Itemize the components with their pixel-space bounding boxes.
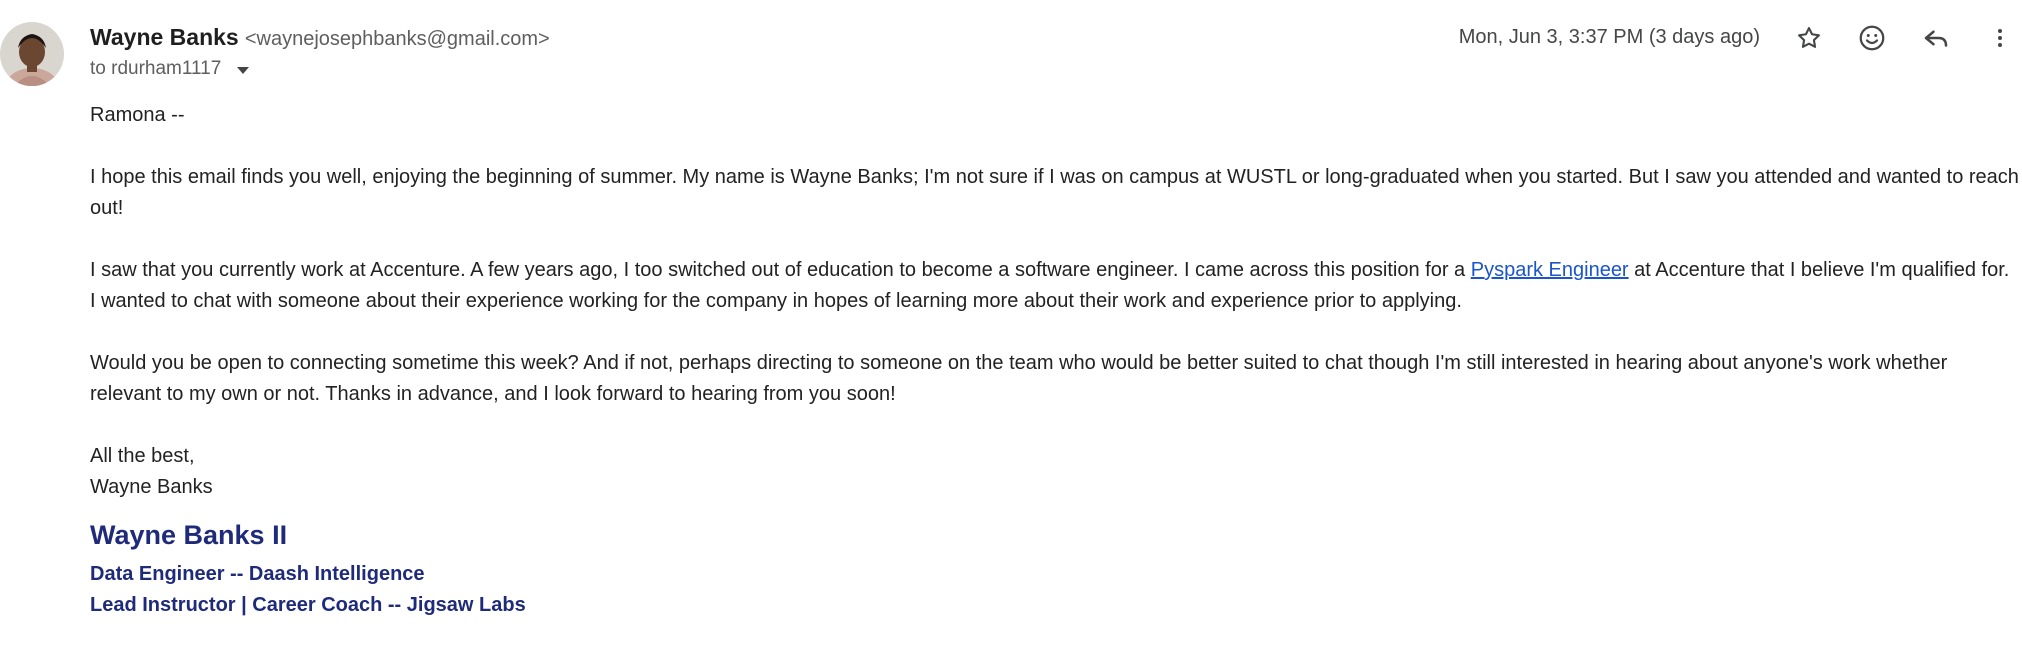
recipient-line: to rdurham1117 xyxy=(90,58,250,80)
reply-icon[interactable] xyxy=(1916,18,1956,58)
chevron-down-icon[interactable] xyxy=(237,66,250,74)
avatar-image xyxy=(0,22,64,86)
paragraph-1: I hope this email finds you well, enjoyi… xyxy=(90,166,2019,219)
paragraph-3: Would you be open to connecting sometime… xyxy=(90,352,1948,405)
signature-title-2: Lead Instructor | Career Coach -- Jigsaw… xyxy=(90,594,526,616)
message-date[interactable]: Mon, Jun 3, 3:37 PM (3 days ago) xyxy=(1459,26,1760,49)
paragraph-2: I saw that you currently work at Accentu… xyxy=(90,255,2020,317)
sender-line: Wayne Banks <waynejosephbanks@gmail.com> xyxy=(90,24,550,51)
avatar[interactable] xyxy=(0,22,64,86)
signature-title-1: Data Engineer -- Daash Intelligence xyxy=(90,563,425,585)
paragraph-2-start: I saw that you currently work at Accentu… xyxy=(90,259,1471,281)
message-body: Ramona -- I hope this email finds you we… xyxy=(90,100,2020,503)
more-vert-icon[interactable] xyxy=(1980,18,2020,58)
signature-name: Wayne Banks II xyxy=(90,520,288,550)
closing-name: Wayne Banks xyxy=(90,476,213,498)
recipient-label: to rdurham1117 xyxy=(90,58,222,79)
emoji-icon[interactable] xyxy=(1852,18,1892,58)
job-posting-link[interactable]: Pyspark Engineer xyxy=(1471,259,1629,281)
sender-email: <waynejosephbanks@gmail.com> xyxy=(244,28,550,50)
greeting: Ramona -- xyxy=(90,104,185,126)
email-signature: Wayne Banks II Data Engineer -- Daash In… xyxy=(90,520,526,621)
sender-name[interactable]: Wayne Banks xyxy=(90,24,239,50)
closing: All the best, xyxy=(90,445,195,467)
star-icon[interactable] xyxy=(1789,18,1829,58)
